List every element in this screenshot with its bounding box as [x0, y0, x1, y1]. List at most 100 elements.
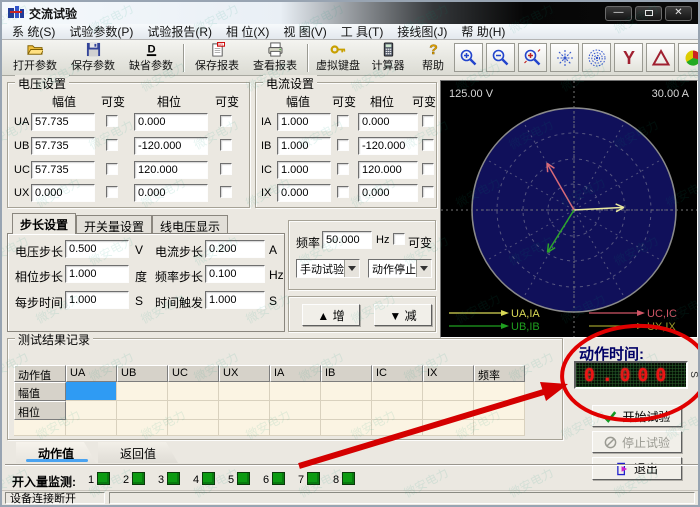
rings-view-button[interactable] — [582, 43, 611, 72]
increase-button[interactable]: ▲ 增 — [302, 304, 360, 326]
table-cell-selected[interactable] — [66, 382, 117, 401]
ua-amplitude-input[interactable] — [31, 113, 95, 131]
save-params-button[interactable]: 保存参数 — [64, 41, 122, 75]
input-monitor-label: 开入量监测: — [12, 473, 76, 490]
ic-phase-variable-checkbox[interactable] — [422, 163, 434, 175]
menu-help[interactable]: 帮 助(H) — [461, 23, 505, 40]
ib-phase-input[interactable] — [358, 137, 418, 155]
ix-phase-input[interactable] — [358, 184, 418, 202]
delta-view-button[interactable] — [646, 43, 675, 72]
default-params-button[interactable]: D 缺省参数 — [122, 41, 180, 75]
ux-phase-variable-checkbox[interactable] — [220, 186, 232, 198]
ia-phase-input[interactable] — [358, 113, 418, 131]
view-report-button[interactable]: 查看报表 — [246, 41, 304, 75]
uc-amplitude-variable-checkbox[interactable] — [106, 163, 118, 175]
tab-line-voltage-display[interactable]: 线电压显示 — [152, 215, 228, 234]
menu-test-params[interactable]: 试验参数(P) — [69, 23, 133, 40]
test-mode-select[interactable]: 手动试验 — [296, 259, 360, 278]
table-cell[interactable] — [372, 401, 423, 420]
table-cell[interactable] — [474, 401, 525, 420]
zoom-reset-button[interactable] — [518, 43, 547, 72]
table-cell[interactable] — [219, 401, 270, 420]
wye-view-button[interactable]: Y — [614, 43, 643, 72]
ib-amplitude-variable-checkbox[interactable] — [337, 139, 349, 151]
table-cell[interactable] — [168, 382, 219, 401]
table-cell[interactable] — [168, 401, 219, 420]
stop-test-button[interactable]: 停止试验 — [592, 431, 682, 453]
dropdown-button[interactable] — [344, 260, 359, 277]
close-button[interactable]: ✕ — [665, 6, 692, 21]
ix-amplitude-input[interactable] — [277, 184, 331, 202]
zoom-in-button[interactable] — [454, 43, 483, 72]
maximize-button[interactable] — [635, 6, 662, 21]
table-cell[interactable] — [423, 382, 474, 401]
time-trigger-input[interactable] — [205, 291, 265, 309]
ic-amplitude-input[interactable] — [277, 161, 331, 179]
ib-amplitude-input[interactable] — [277, 137, 331, 155]
start-test-button[interactable]: 开始试验 — [592, 405, 682, 427]
tab-return-values[interactable]: 返回值 — [98, 442, 178, 463]
ub-phase-input[interactable] — [134, 137, 208, 155]
voltage-step-input[interactable] — [65, 240, 129, 258]
table-cell[interactable] — [474, 382, 525, 401]
frequency-variable-checkbox[interactable] — [393, 233, 405, 245]
calculator-button[interactable]: 计算器 — [364, 41, 412, 75]
menu-view[interactable]: 视 图(V) — [283, 23, 326, 40]
table-cell[interactable] — [117, 401, 168, 420]
ia-phase-variable-checkbox[interactable] — [422, 115, 434, 127]
ic-phase-input[interactable] — [358, 161, 418, 179]
menu-phase[interactable]: 相 位(X) — [226, 23, 269, 40]
pie-view-button[interactable] — [678, 43, 700, 72]
table-cell[interactable] — [270, 382, 321, 401]
ux-amplitude-variable-checkbox[interactable] — [106, 186, 118, 198]
minimize-button[interactable]: — — [605, 6, 632, 21]
virtual-keyboard-button[interactable]: 虚拟键盘 — [312, 41, 364, 75]
table-cell[interactable] — [372, 382, 423, 401]
tab-step-settings[interactable]: 步长设置 — [12, 213, 76, 234]
menu-tools[interactable]: 工 具(T) — [341, 23, 384, 40]
uc-phase-variable-checkbox[interactable] — [220, 163, 232, 175]
ub-amplitude-input[interactable] — [31, 137, 95, 155]
tab-switch-settings[interactable]: 开关量设置 — [76, 215, 152, 234]
menu-wiring-diagram[interactable]: 接线图(J) — [397, 23, 447, 40]
menu-bar: 系 统(S) 试验参数(P) 试验报告(R) 相 位(X) 视 图(V) 工 具… — [2, 24, 698, 40]
open-params-button[interactable]: 打开参数 — [6, 41, 64, 75]
table-cell[interactable] — [66, 401, 117, 420]
ua-amplitude-variable-checkbox[interactable] — [106, 115, 118, 127]
frequency-input[interactable] — [322, 231, 372, 249]
rays-view-button[interactable] — [550, 43, 579, 72]
ia-amplitude-variable-checkbox[interactable] — [337, 115, 349, 127]
zoom-out-button[interactable] — [486, 43, 515, 72]
table-cell[interactable] — [117, 382, 168, 401]
table-cell[interactable] — [321, 382, 372, 401]
ub-amplitude-variable-checkbox[interactable] — [106, 139, 118, 151]
menu-system[interactable]: 系 统(S) — [12, 23, 55, 40]
table-cell[interactable] — [321, 401, 372, 420]
ua-phase-input[interactable] — [134, 113, 208, 131]
ix-phase-variable-checkbox[interactable] — [422, 186, 434, 198]
save-report-button[interactable]: DEL 保存报表 — [188, 41, 246, 75]
ic-amplitude-variable-checkbox[interactable] — [337, 163, 349, 175]
uc-amplitude-input[interactable] — [31, 161, 95, 179]
action-mode-select[interactable]: 动作停止 — [368, 259, 432, 278]
help-button[interactable]: ? 帮助 — [412, 41, 454, 75]
frequency-step-input[interactable] — [205, 265, 265, 283]
toolbar-label: 帮助 — [422, 57, 444, 73]
decrease-button[interactable]: ▼ 减 — [374, 304, 432, 326]
ix-amplitude-variable-checkbox[interactable] — [337, 186, 349, 198]
ib-phase-variable-checkbox[interactable] — [422, 139, 434, 151]
menu-test-report[interactable]: 试验报告(R) — [147, 23, 212, 40]
ub-phase-variable-checkbox[interactable] — [220, 139, 232, 151]
step-time-input[interactable] — [65, 291, 129, 309]
ux-phase-input[interactable] — [134, 184, 208, 202]
uc-phase-input[interactable] — [134, 161, 208, 179]
ux-amplitude-input[interactable] — [31, 184, 95, 202]
phase-step-input[interactable] — [65, 265, 129, 283]
ia-amplitude-input[interactable] — [277, 113, 331, 131]
table-cell[interactable] — [219, 382, 270, 401]
current-step-input[interactable] — [205, 240, 265, 258]
ua-phase-variable-checkbox[interactable] — [220, 115, 232, 127]
dropdown-button[interactable] — [416, 260, 431, 277]
table-cell[interactable] — [423, 401, 474, 420]
table-cell[interactable] — [270, 401, 321, 420]
